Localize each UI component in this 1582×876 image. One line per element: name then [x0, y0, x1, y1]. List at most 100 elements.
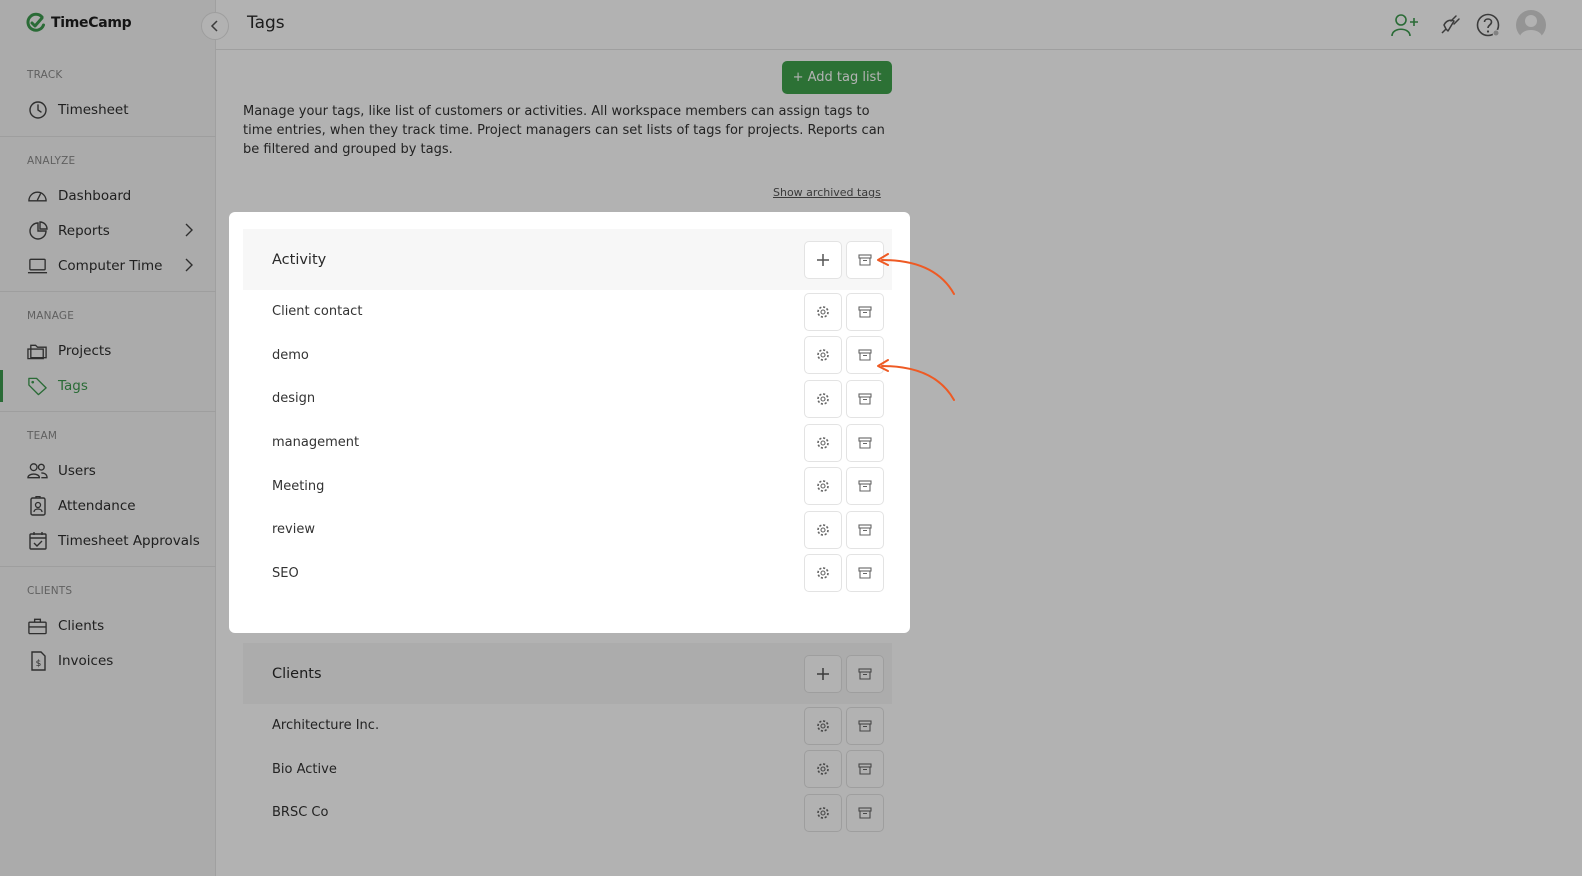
page-title: Tags — [247, 13, 285, 33]
tag-list-header: Clients — [243, 643, 892, 704]
sidebar-item-clients[interactable]: Clients — [0, 610, 216, 642]
gear-icon — [817, 436, 829, 449]
archive-tag-button[interactable] — [846, 706, 884, 745]
section-label-manage: MANAGE — [27, 310, 75, 322]
sidebar-item-label: Dashboard — [58, 188, 132, 204]
plus-icon — [817, 667, 829, 680]
invoice-icon: $ — [27, 651, 48, 672]
sidebar-item-reports[interactable]: Reports — [0, 215, 216, 247]
archive-tag-button[interactable] — [846, 554, 884, 593]
sidebar-item-users[interactable]: Users — [0, 455, 216, 487]
tag-name: SEO — [272, 565, 299, 581]
chevron-right-icon — [184, 223, 194, 241]
divider — [0, 566, 216, 567]
archive-icon — [858, 524, 872, 536]
logo-text: TimeCamp — [51, 15, 132, 31]
tag-settings-button[interactable] — [804, 379, 842, 418]
tag-list-title: Activity — [272, 251, 327, 268]
archive-tag-button[interactable] — [846, 292, 884, 331]
add-tag-button[interactable] — [804, 654, 842, 693]
sidebar-item-projects[interactable]: Projects — [0, 335, 216, 367]
chevron-right-icon — [184, 258, 194, 276]
tag-name: design — [272, 391, 316, 407]
laptop-icon — [27, 256, 48, 277]
calendar-check-icon — [27, 531, 48, 552]
archive-icon — [858, 720, 872, 732]
divider — [0, 291, 216, 292]
chevron-left-icon — [210, 20, 218, 32]
archive-icon — [858, 349, 872, 361]
sidebar-item-label: Computer Time — [58, 258, 163, 274]
archive-icon — [858, 763, 872, 775]
archive-icon — [858, 480, 872, 492]
archive-tag-button[interactable] — [846, 467, 884, 506]
archive-tag-button[interactable] — [846, 750, 884, 789]
add-tag-button[interactable] — [804, 240, 842, 279]
plug-icon[interactable] — [1433, 9, 1465, 41]
archive-icon — [858, 437, 872, 449]
tag-row: demo — [243, 333, 892, 378]
tag-settings-button[interactable] — [804, 423, 842, 462]
tag-row: BRSC Co — [243, 791, 892, 835]
sidebar-item-label: Timesheet Approvals — [58, 533, 200, 549]
gear-icon — [817, 393, 829, 405]
avatar[interactable] — [1513, 7, 1549, 43]
help-icon[interactable] — [1472, 9, 1504, 41]
tag-settings-button[interactable] — [804, 750, 842, 789]
sidebar-item-computer-time[interactable]: Computer Time — [0, 250, 216, 282]
timecamp-logo-icon — [26, 12, 45, 32]
sidebar-item-label: Invoices — [58, 653, 114, 669]
tag-row: design — [243, 377, 892, 421]
gear-icon — [817, 807, 829, 819]
sidebar-item-label: Tags — [58, 378, 88, 394]
svg-text:$: $ — [35, 659, 41, 669]
sidebar-item-tags[interactable]: Tags — [0, 370, 216, 402]
tag-settings-button[interactable] — [804, 793, 842, 832]
collapse-sidebar-button[interactable] — [201, 12, 229, 40]
users-icon — [27, 461, 48, 482]
sidebar-item-label: Clients — [58, 618, 105, 634]
timecamp-logo[interactable]: TimeCamp — [25, 12, 132, 34]
annotation-arrow-icon — [877, 253, 955, 295]
tag-name: Meeting — [272, 478, 325, 494]
archive-list-button[interactable] — [846, 654, 884, 693]
gear-icon — [817, 719, 829, 732]
tag-icon — [27, 376, 48, 397]
sidebar-item-dashboard[interactable]: Dashboard — [0, 180, 216, 212]
gear-icon — [817, 567, 829, 580]
tag-name: demo — [272, 347, 309, 363]
tag-name: management — [272, 435, 360, 451]
gear-icon — [817, 480, 829, 492]
sidebar-item-label: Timesheet — [58, 102, 129, 118]
add-user-icon[interactable] — [1389, 9, 1421, 41]
clock-icon — [27, 100, 48, 121]
sidebar: TimeCamp TRACK Timesheet ANALYZE Dashboa… — [0, 0, 216, 876]
tag-settings-button[interactable] — [804, 554, 842, 593]
sidebar-item-attendance[interactable]: Attendance — [0, 490, 216, 522]
divider — [0, 136, 216, 137]
tag-list-title: Clients — [272, 665, 322, 682]
show-archived-tags-link[interactable]: Show archived tags — [773, 186, 881, 199]
sidebar-item-label: Users — [58, 463, 96, 479]
archive-tag-button[interactable] — [846, 793, 884, 832]
sidebar-item-invoices[interactable]: $ Invoices — [0, 645, 216, 677]
annotation-arrow-icon — [877, 359, 955, 401]
tag-settings-button[interactable] — [804, 706, 842, 745]
archive-tag-button[interactable] — [846, 510, 884, 549]
folder-icon — [27, 341, 48, 362]
pie-chart-icon — [27, 221, 48, 242]
sidebar-item-label: Projects — [58, 343, 112, 359]
tag-settings-button[interactable] — [804, 336, 842, 375]
sidebar-item-timesheet-approvals[interactable]: Timesheet Approvals — [0, 525, 216, 557]
tag-settings-button[interactable] — [804, 510, 842, 549]
archive-tag-button[interactable] — [846, 423, 884, 462]
tag-settings-button[interactable] — [804, 292, 842, 331]
tag-row: Architecture Inc. — [243, 704, 892, 748]
archive-icon — [858, 667, 872, 680]
add-tag-list-button[interactable]: + Add tag list — [782, 61, 892, 94]
tag-settings-button[interactable] — [804, 467, 842, 506]
sidebar-item-timesheet[interactable]: Timesheet — [0, 94, 216, 126]
section-label-team: TEAM — [27, 430, 58, 442]
section-label-track: TRACK — [27, 69, 63, 81]
tag-list-header: Activity — [243, 229, 892, 290]
